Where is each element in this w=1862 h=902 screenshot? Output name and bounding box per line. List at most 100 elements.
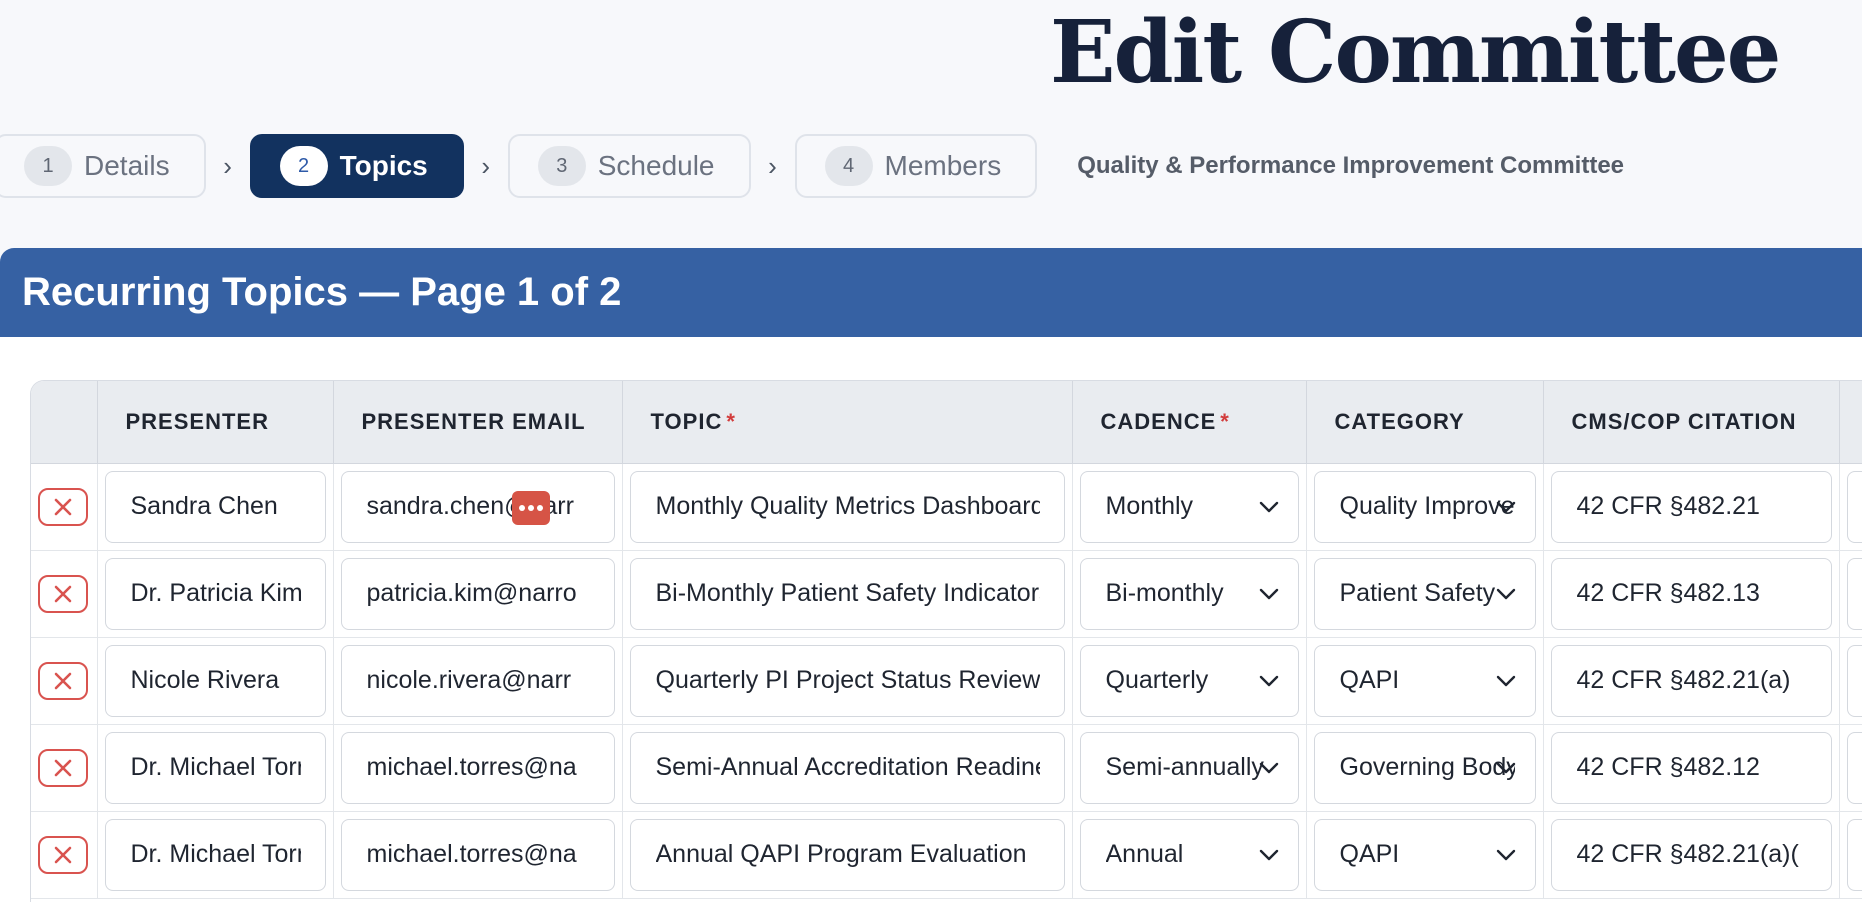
step-label: Members (884, 150, 1002, 181)
topic-input[interactable]: Quarterly PI Project Status Review (629, 644, 1065, 717)
cell-cadence: Monthly (1072, 463, 1307, 551)
cell-category: QAPI (1306, 811, 1544, 899)
cadence-select[interactable]: Semi-annually (1079, 731, 1299, 804)
cell-extra (1839, 637, 1862, 725)
extra-input[interactable] (1846, 818, 1862, 891)
topic-input[interactable]: Bi-Monthly Patient Safety Indicators (629, 557, 1065, 630)
presenter-input[interactable]: Nicole Rivera (104, 644, 326, 717)
presenter-email-input[interactable]: sandra.chen@narr (340, 470, 615, 543)
cell-topic: Monthly Quality Metrics Dashboard (622, 463, 1073, 551)
cell-citation: 42 CFR §482.13 (1543, 550, 1840, 638)
topics-table: PRESENTER PRESENTER EMAIL TOPIC * CADENCE… (30, 380, 1862, 902)
citation-input[interactable]: 42 CFR §482.21(a)( (1550, 818, 1832, 891)
extra-input[interactable] (1846, 644, 1862, 717)
delete-row-button[interactable] (38, 661, 88, 700)
column-header-extra (1839, 381, 1862, 464)
category-select[interactable]: Quality Improvement (1313, 470, 1536, 543)
cell-extra (1839, 550, 1862, 638)
cell-presenter: Sandra Chen (97, 463, 334, 551)
chevron-right-icon: › (481, 150, 491, 181)
cell-citation: 42 CFR §482.21(a) (1543, 637, 1840, 725)
step-members[interactable]: 4 Members (794, 134, 1038, 198)
delete-row-button[interactable] (38, 487, 88, 526)
category-select[interactable]: QAPI (1313, 644, 1536, 717)
topic-input[interactable]: Semi-Annual Accreditation Readiness (629, 731, 1065, 804)
table-header-row: PRESENTER PRESENTER EMAIL TOPIC * CADENCE… (31, 381, 1862, 464)
close-icon (54, 498, 72, 515)
close-icon (54, 672, 72, 689)
cadence-select[interactable]: Annual (1079, 818, 1299, 891)
cadence-select[interactable]: Bi-monthly (1079, 557, 1299, 630)
presenter-input[interactable]: Dr. Michael Torres (104, 731, 326, 804)
extra-input[interactable] (1846, 470, 1862, 543)
step-details[interactable]: 1 Details (0, 134, 206, 198)
category-select[interactable]: Patient Safety (1313, 557, 1536, 630)
cell-actions (31, 637, 98, 725)
step-number: 3 (537, 146, 586, 186)
extra-input[interactable] (1846, 557, 1862, 630)
cell-presenter: Dr. Patricia Kim (97, 550, 334, 638)
table-row: Dr. Michael Torres michael.torres@na Sem… (31, 724, 1862, 812)
delete-row-button[interactable] (38, 574, 88, 613)
required-marker: * (1220, 408, 1230, 434)
wizard-stepper: 1 Details › 2 Topics › 3 Schedule › 4 Me… (0, 134, 1624, 198)
table-row: Dr. Michael Torres michael.torres@na Ann… (31, 811, 1862, 899)
citation-input[interactable]: 42 CFR §482.12 (1550, 731, 1832, 804)
chevron-down-icon (1496, 762, 1515, 773)
table-row: Sandra Chen sandra.chen@narr Monthly Qua… (31, 463, 1862, 551)
cell-category: Patient Safety (1306, 550, 1544, 638)
citation-input[interactable]: 42 CFR §482.13 (1550, 557, 1832, 630)
column-header-topic: TOPIC * (622, 381, 1073, 464)
topic-input[interactable]: Monthly Quality Metrics Dashboard (629, 470, 1065, 543)
cell-actions (31, 550, 98, 638)
cell-presenter: Nicole Rivera (97, 637, 334, 725)
chevron-down-icon (1496, 675, 1515, 686)
cell-extra (1839, 811, 1862, 899)
password-manager-icon[interactable] (511, 490, 550, 525)
cell-citation: 42 CFR §482.21(a)( (1543, 811, 1840, 899)
step-number: 1 (24, 146, 72, 186)
category-select[interactable]: Governing Body (1313, 731, 1536, 804)
presenter-input[interactable]: Dr. Michael Torres (104, 818, 326, 891)
citation-input[interactable]: 42 CFR §482.21 (1550, 470, 1832, 543)
cell-actions (31, 811, 98, 899)
cell-topic: Bi-Monthly Patient Safety Indicators (622, 550, 1073, 638)
cell-citation: 42 CFR §482.12 (1543, 724, 1840, 812)
citation-input[interactable]: 42 CFR §482.21(a) (1550, 644, 1832, 717)
presenter-email-input[interactable]: nicole.rivera@narr (340, 644, 615, 717)
cell-category: Governing Body (1306, 724, 1544, 812)
delete-row-button[interactable] (38, 748, 88, 787)
cell-presenter: Dr. Michael Torres (97, 811, 334, 899)
required-marker: * (726, 408, 736, 434)
chevron-down-icon (1259, 675, 1278, 686)
step-schedule[interactable]: 3 Schedule (507, 134, 751, 198)
presenter-input[interactable]: Sandra Chen (104, 470, 326, 543)
chevron-right-icon: › (768, 150, 777, 181)
column-header-actions (31, 381, 98, 464)
cell-category: QAPI (1306, 637, 1544, 725)
close-icon (54, 846, 72, 863)
cadence-select[interactable]: Monthly (1079, 470, 1299, 543)
cell-presenter: Dr. Michael Torres (97, 724, 334, 812)
step-label: Topics (339, 150, 428, 181)
topic-input[interactable]: Annual QAPI Program Evaluation (629, 818, 1065, 891)
category-select[interactable]: QAPI (1313, 818, 1536, 891)
chevron-down-icon (1259, 849, 1278, 860)
cadence-select[interactable]: Quarterly (1079, 644, 1299, 717)
chevron-down-icon (1259, 762, 1278, 773)
cell-email: michael.torres@na (333, 724, 623, 812)
cell-cadence: Semi-annually (1072, 724, 1307, 812)
cell-citation: 42 CFR §482.21 (1543, 463, 1840, 551)
presenter-email-input[interactable]: michael.torres@na (340, 731, 615, 804)
delete-row-button[interactable] (38, 835, 88, 874)
presenter-email-input[interactable]: patricia.kim@narro (340, 557, 615, 630)
extra-input[interactable] (1846, 731, 1862, 804)
chevron-down-icon (1496, 849, 1515, 860)
cell-email: patricia.kim@narro (333, 550, 623, 638)
presenter-input[interactable]: Dr. Patricia Kim (104, 557, 326, 630)
column-header-email: PRESENTER EMAIL (333, 381, 623, 464)
presenter-email-input[interactable]: michael.torres@na (340, 818, 615, 891)
step-topics[interactable]: 2 Topics (249, 134, 464, 198)
committee-name: Quality & Performance Improvement Commit… (1077, 152, 1625, 179)
cell-email: sandra.chen@narr (333, 463, 623, 551)
